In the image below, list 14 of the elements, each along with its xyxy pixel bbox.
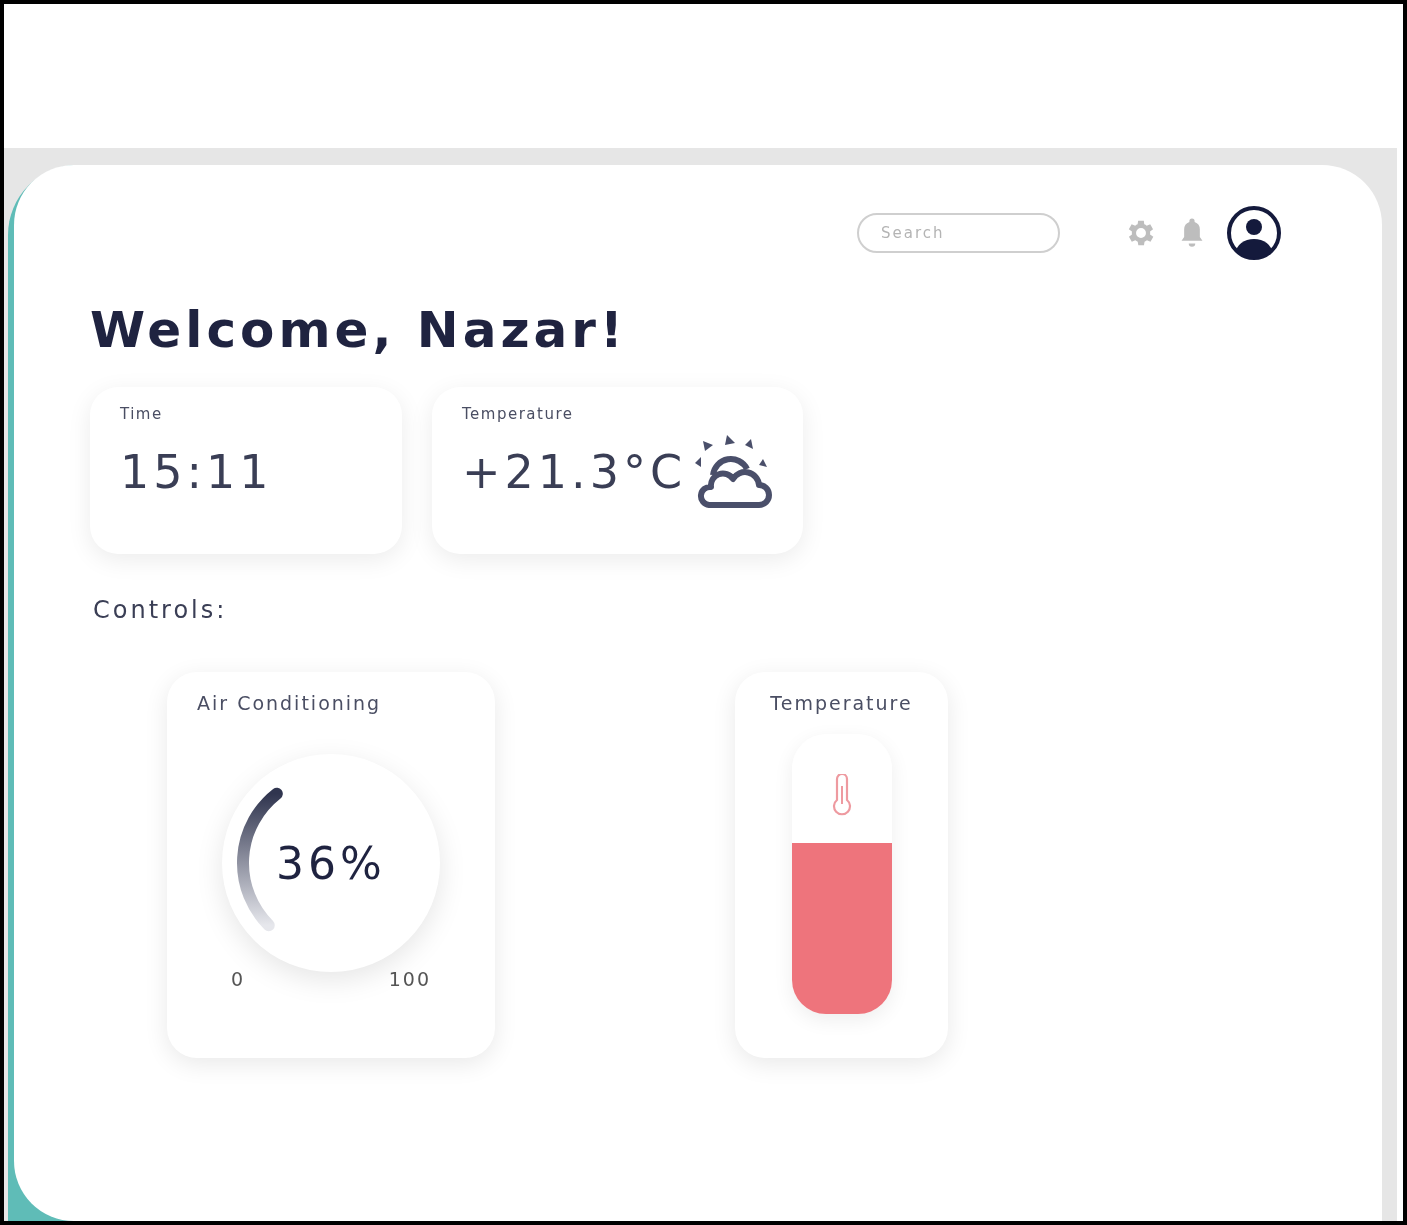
stat-value: 15:11 [120,445,273,499]
profile-button[interactable] [1226,205,1282,261]
dial-knob[interactable]: 36% [222,754,440,972]
stat-value: +21.3°C [462,445,687,499]
controls-heading: Controls: [93,596,228,624]
stat-label: Temperature [462,405,574,423]
dial-value: 36% [276,837,386,889]
search-field[interactable]: Search [857,213,1060,253]
welcome-heading: Welcome, Nazar! [90,301,628,359]
stat-label: Time [120,405,163,423]
temperature-slider[interactable] [791,734,892,1014]
control-title: Air Conditioning [197,692,382,714]
control-title: Temperature [770,692,913,714]
avatar-icon [1226,205,1282,261]
